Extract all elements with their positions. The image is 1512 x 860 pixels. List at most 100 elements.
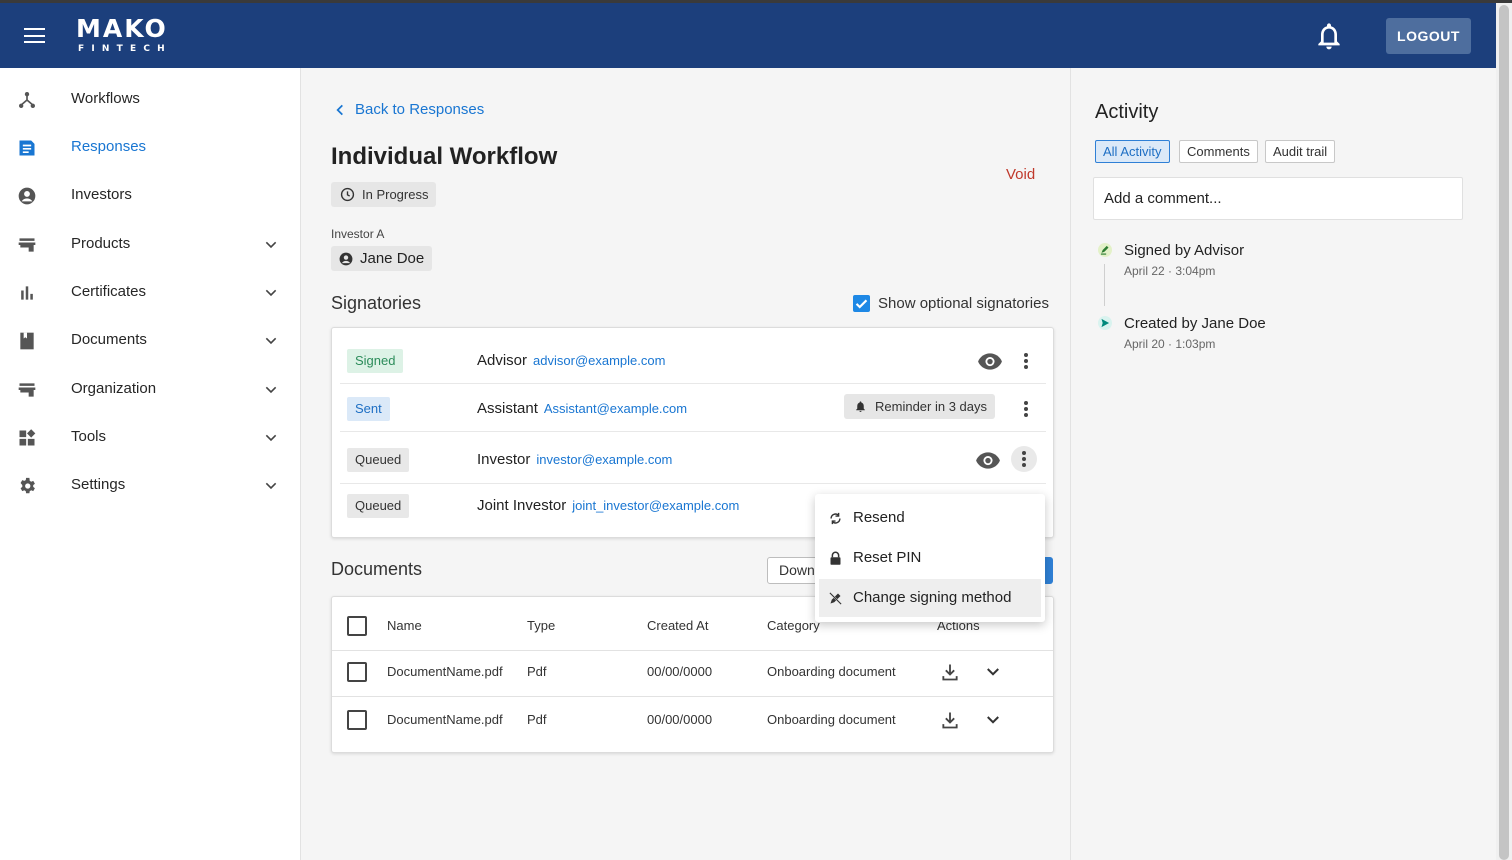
signatory-info: Assistant Assistant@example.com: [477, 400, 687, 417]
logout-button[interactable]: LOGOUT: [1386, 18, 1471, 54]
event-date: April 22: [1124, 264, 1165, 278]
show-optional-label[interactable]: Show optional signatories: [878, 295, 1049, 312]
download-icon[interactable]: [940, 662, 960, 682]
sidebar-item-products[interactable]: Products: [0, 223, 300, 267]
cell-name: DocumentName.pdf: [387, 664, 503, 679]
signatory-email[interactable]: advisor@example.com: [533, 353, 665, 368]
signatory-info: Joint Investor joint_investor@example.com: [477, 497, 739, 514]
chevron-down-icon[interactable]: [263, 237, 279, 253]
reminder-chip: Reminder in 3 days: [844, 394, 995, 419]
app-bar: MAKO FINTECH LOGOUT: [0, 3, 1496, 68]
chevron-down-icon[interactable]: [984, 711, 1002, 729]
investor-chip[interactable]: Jane Doe: [331, 246, 433, 271]
more-options-icon[interactable]: [1013, 396, 1039, 422]
eye-icon[interactable]: [975, 451, 1001, 469]
document-icon: [19, 140, 35, 156]
logo-wordmark: MAKO: [76, 14, 168, 43]
sidebar-item-documents[interactable]: Documents: [0, 319, 300, 363]
cell-category: Onboarding document: [767, 664, 896, 679]
sidebar-item-responses[interactable]: Responses: [0, 126, 300, 170]
row-checkbox[interactable]: [347, 710, 367, 730]
sidebar-item-label: Tools: [71, 428, 107, 445]
cell-category: Onboarding document: [767, 712, 896, 727]
signatory-info: Investor investor@example.com: [477, 451, 672, 468]
column-header-created-at[interactable]: Created At: [647, 618, 708, 633]
menu-item-reset-pin[interactable]: Reset PIN: [819, 539, 1041, 577]
user-circle-icon: [18, 187, 36, 205]
cell-type: Pdf: [527, 664, 547, 679]
tab-comments[interactable]: Comments: [1179, 140, 1258, 163]
sidebar-item-certificates[interactable]: Certificates: [0, 271, 300, 315]
workflow-icon: [19, 92, 35, 108]
menu-item-resend[interactable]: Resend: [819, 499, 1041, 537]
signatory-email[interactable]: investor@example.com: [536, 452, 672, 467]
show-optional-checkbox[interactable]: [853, 295, 870, 312]
signatory-email[interactable]: joint_investor@example.com: [572, 498, 739, 513]
event-timestamp: April 20 · 1:03pm: [1124, 337, 1216, 351]
chevron-down-icon[interactable]: [263, 333, 279, 349]
signature-icon: [1098, 243, 1112, 257]
sidebar-item-workflows[interactable]: Workflows: [0, 78, 300, 122]
send-icon: [1098, 316, 1112, 330]
signatory-row: Signed Advisor advisor@example.com: [340, 336, 1046, 384]
event-time: 1:03pm: [1175, 337, 1216, 351]
scrollbar-thumb[interactable]: [1499, 5, 1509, 860]
bell-icon[interactable]: [1313, 19, 1345, 53]
signatory-context-menu: Resend Reset PIN Change signing method: [815, 494, 1045, 622]
signatory-email[interactable]: Assistant@example.com: [544, 401, 687, 416]
comment-input[interactable]: Add a comment...: [1093, 177, 1463, 220]
cell-type: Pdf: [527, 712, 547, 727]
sidebar-item-organization[interactable]: Organization: [0, 368, 300, 412]
status-badge: Sent: [347, 397, 390, 421]
status-badge: Signed: [347, 349, 404, 373]
more-options-icon[interactable]: [1013, 348, 1039, 374]
signatory-role: Investor: [477, 451, 531, 468]
lock-icon: [830, 551, 841, 565]
cell-name: DocumentName.pdf: [387, 712, 503, 727]
eye-icon[interactable]: [977, 352, 1003, 370]
sidebar-item-tools[interactable]: Tools: [0, 416, 300, 460]
reminder-label: Reminder in 3 days: [875, 399, 987, 414]
more-options-icon[interactable]: [1011, 446, 1037, 472]
main-content: Back to Responses Individual Workflow Vo…: [301, 68, 1071, 860]
select-all-checkbox[interactable]: [347, 616, 367, 636]
chevron-down-icon[interactable]: [984, 663, 1002, 681]
book-icon: [20, 332, 34, 350]
logo[interactable]: MAKO FINTECH: [76, 15, 172, 55]
event-title: Signed by Advisor: [1124, 242, 1245, 259]
sidebar-item-investors[interactable]: Investors: [0, 174, 300, 218]
event-time: 3:04pm: [1175, 264, 1216, 278]
chevron-down-icon[interactable]: [263, 382, 279, 398]
investor-name: Jane Doe: [360, 250, 425, 267]
status-badge: Queued: [347, 494, 410, 518]
chevron-down-icon[interactable]: [263, 430, 279, 446]
signatory-role: Advisor: [477, 352, 528, 369]
tab-all-activity[interactable]: All Activity: [1095, 140, 1170, 163]
activity-panel: Activity All Activity Comments Audit tra…: [1072, 68, 1496, 860]
event-date: April 20: [1124, 337, 1165, 351]
sidebar-item-settings[interactable]: Settings: [0, 464, 300, 508]
menu-item-label: Resend: [853, 509, 905, 526]
sidebar-item-label: Products: [71, 235, 131, 252]
table-row: DocumentName.pdf Pdf 00/00/0000 Onboardi…: [332, 697, 1053, 745]
page-scrollbar[interactable]: [1496, 3, 1512, 860]
menu-icon[interactable]: [24, 28, 45, 43]
gear-icon: [20, 477, 35, 494]
clock-icon: [340, 187, 355, 202]
sidebar-item-label: Documents: [71, 331, 147, 348]
void-button[interactable]: Void: [1006, 166, 1035, 183]
signatory-role: Joint Investor: [477, 497, 567, 514]
download-icon[interactable]: [940, 710, 960, 730]
row-checkbox[interactable]: [347, 662, 367, 682]
tab-audit-trail[interactable]: Audit trail: [1265, 140, 1336, 163]
column-header-category[interactable]: Category: [767, 618, 820, 633]
store-icon: [18, 238, 36, 252]
sidebar-item-label: Organization: [71, 380, 157, 397]
column-header-type[interactable]: Type: [527, 618, 555, 633]
chevron-down-icon[interactable]: [263, 478, 279, 494]
chevron-down-icon[interactable]: [263, 285, 279, 301]
timeline-connector: [1104, 264, 1105, 306]
column-header-name[interactable]: Name: [387, 618, 422, 633]
widgets-icon: [19, 429, 36, 446]
menu-item-change-signing-method[interactable]: Change signing method: [819, 579, 1041, 617]
